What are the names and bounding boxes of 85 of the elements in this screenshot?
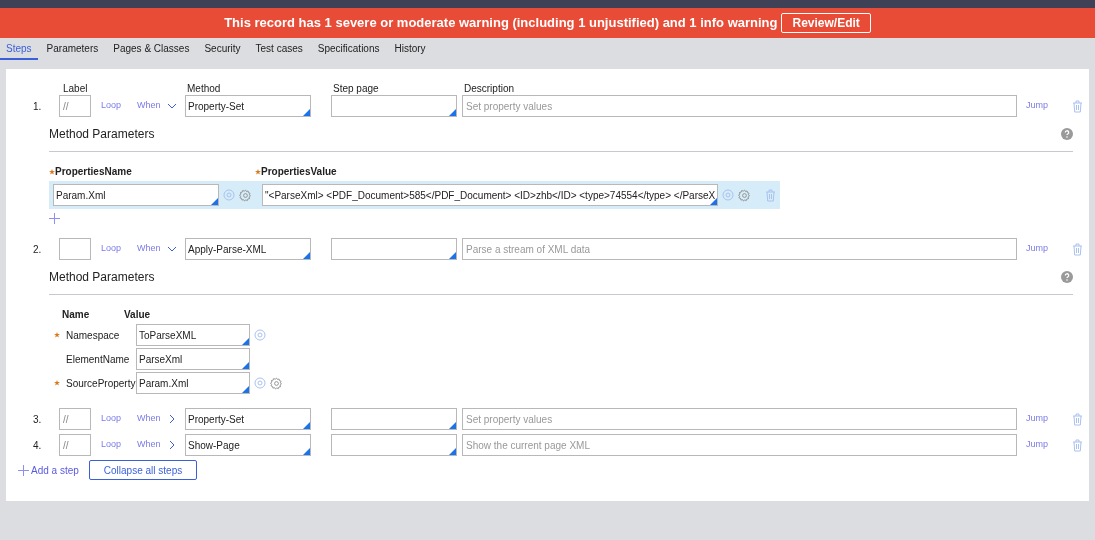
loop-link[interactable]: Loop [101,412,137,426]
chevron-down-icon[interactable] [167,101,177,111]
column-header: Step page [333,82,380,95]
tab[interactable]: Security [198,38,247,60]
target-icon[interactable] [254,329,266,341]
column-header: Label [62,82,89,95]
section-title: Method Parameters [49,269,155,286]
label-field[interactable]: // [59,95,91,117]
tab[interactable]: Specifications [311,38,386,60]
help-icon[interactable] [1061,271,1073,283]
step-number: 4. [32,438,43,453]
trash-icon[interactable] [1072,412,1083,426]
jump-link[interactable]: Jump [1026,412,1048,426]
required-icon [54,332,60,338]
collapse-all-button[interactable]: Collapse all steps [88,460,198,480]
trash-icon[interactable] [1072,242,1083,256]
label-field[interactable] [59,238,91,260]
when-link[interactable]: When [137,99,167,113]
column-header: Description [464,82,515,95]
step-page-field[interactable] [331,95,457,117]
gear-icon[interactable] [270,376,283,390]
tab[interactable]: History [388,38,432,60]
trash-icon[interactable] [1072,438,1083,452]
jump-link[interactable]: Jump [1026,99,1048,113]
column-header: PropertiesValue [261,165,337,179]
add-step-link[interactable]: Add a step [31,462,79,478]
column-header: PropertiesName [55,165,132,179]
column-header: Value [124,308,151,322]
column-header: Method [187,82,222,95]
description-field[interactable]: Show the current page XML [462,434,1017,456]
step-page-field[interactable] [331,434,457,456]
parameter-value-field[interactable]: Param.Xml [136,372,250,394]
method-field[interactable]: Property-Set [185,95,311,117]
step-number: 1. [32,99,43,114]
trash-icon[interactable] [765,188,777,202]
when-link[interactable]: When [137,412,167,426]
parameter-value-field[interactable]: ToParseXML [136,324,250,346]
target-icon[interactable] [722,189,735,201]
description-field[interactable]: Set property values [462,95,1017,117]
help-icon[interactable] [1061,128,1073,140]
label-field[interactable]: // [59,434,91,456]
parameter-name: Namespace [66,328,121,343]
property-value-field[interactable]: "<ParseXml> <PDF_Document>585</PDF_Document> <ID>zhb</ID> <type>74554</type> </ParseX [262,184,719,206]
required-icon [54,380,60,386]
when-link[interactable]: When [137,438,167,452]
when-link[interactable]: When [137,242,167,256]
add-step-icon[interactable] [18,464,29,476]
section-title: Method Parameters [49,126,155,143]
gear-icon[interactable] [239,188,252,202]
property-name-field[interactable]: Param.Xml [53,184,219,206]
required-icon [49,168,55,175]
chevron-down-icon[interactable] [167,244,177,254]
tab[interactable]: Test cases [249,38,309,60]
description-field[interactable]: Set property values [462,408,1017,430]
step-page-field[interactable] [331,408,457,430]
tab[interactable]: Steps [0,38,38,60]
review-edit-button[interactable]: Review/Edit [781,13,871,33]
description-field[interactable]: Parse a stream of XML data [462,238,1017,260]
parameter-name: ElementName [66,352,131,367]
parameter-value-field[interactable]: ParseXml [136,348,250,370]
chevron-right-icon[interactable] [167,414,177,424]
required-icon [255,168,261,175]
jump-link[interactable]: Jump [1026,242,1048,256]
parameter-row[interactable]: Param.Xml "<ParseXml> <PDF_Document>585</PDF_Document> <ID>zhb</ID> <type>74554</type> </ParseX [49,181,781,209]
trash-icon[interactable] [1072,99,1083,113]
tab[interactable]: Parameters [40,38,105,60]
warning-message: This record has 1 severe or moderate warning (including 1 unjustified) and 1 info warning [224,14,778,33]
gear-icon[interactable] [738,188,752,202]
method-field[interactable]: Show-Page [185,434,311,456]
label-field[interactable]: // [59,408,91,430]
tab[interactable]: Pages & Classes [107,38,196,60]
step-number: 3. [32,412,43,427]
step-page-field[interactable] [331,238,457,260]
jump-link[interactable]: Jump [1026,438,1048,452]
chevron-right-icon[interactable] [167,440,177,450]
target-icon[interactable] [254,377,266,389]
step-number: 2. [32,242,43,257]
loop-link[interactable]: Loop [101,99,137,113]
loop-link[interactable]: Loop [101,242,137,256]
method-field[interactable]: Apply-Parse-XML [185,238,311,260]
method-field[interactable]: Property-Set [185,408,311,430]
column-header: Name [61,308,91,322]
target-icon[interactable] [223,189,235,201]
add-row-icon[interactable] [49,213,60,224]
loop-link[interactable]: Loop [101,438,137,452]
